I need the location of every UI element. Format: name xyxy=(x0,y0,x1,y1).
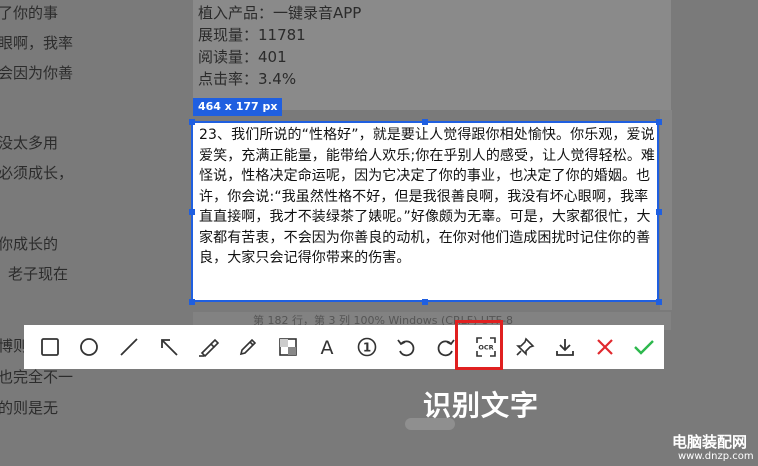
ocr-highlight-box xyxy=(455,320,503,370)
background-text-line: 了你的事 xyxy=(0,4,59,22)
resize-handle-left[interactable] xyxy=(189,209,195,215)
pin-button[interactable] xyxy=(506,325,546,369)
confirm-icon xyxy=(634,340,655,355)
background-text-line: 没太多用 xyxy=(0,134,59,152)
download-icon xyxy=(556,339,574,356)
pencil-tool[interactable] xyxy=(228,325,268,369)
resize-handle-right[interactable] xyxy=(656,209,662,215)
resize-handle-bottom[interactable] xyxy=(422,299,428,305)
line-tool[interactable] xyxy=(109,325,149,369)
confirm-button[interactable] xyxy=(624,325,664,369)
stats-ctr: 点击率：3.4% xyxy=(198,70,297,88)
marker-icon xyxy=(199,338,220,358)
line-icon xyxy=(120,338,138,356)
close-icon xyxy=(596,339,613,355)
cancel-button[interactable] xyxy=(585,325,625,369)
download-button[interactable] xyxy=(545,325,585,369)
redo-icon xyxy=(437,339,455,357)
stats-product: 植入产品：一键录音APP xyxy=(198,4,362,22)
resize-handle-top[interactable] xyxy=(422,119,428,125)
ocr-caption: 识别文字 xyxy=(423,389,540,422)
ellipse-tool[interactable] xyxy=(70,325,110,369)
marker-tool[interactable] xyxy=(189,325,229,369)
background-text-line: 的则是无 xyxy=(0,399,59,417)
background-text-line: 眼啊，我率 xyxy=(0,34,74,52)
arrow-tool[interactable] xyxy=(149,325,189,369)
background-text-line: 老子现在 xyxy=(8,265,69,283)
rectangle-tool[interactable] xyxy=(30,325,70,369)
ellipse-icon xyxy=(80,338,99,356)
background-text-line: 必须成长， xyxy=(0,164,74,182)
svg-text:1: 1 xyxy=(363,341,371,355)
stats-reads: 阅读量：401 xyxy=(198,48,287,66)
article-stats: 植入产品：一键录音APP 展现量：11781 阅读量：401 点击率：3.4% xyxy=(198,2,361,90)
pin-icon xyxy=(516,337,535,356)
arrow-icon xyxy=(160,339,178,356)
selection-size-badge: 464 x 177 px xyxy=(193,98,283,116)
undo-button[interactable] xyxy=(387,325,427,369)
selected-text: 23、我们所说的“性格好”，就是要让人觉得跟你相处愉快。你乐观，爱说爱笑，充满正… xyxy=(199,127,656,266)
text-icon: A xyxy=(321,337,334,358)
rectangle-icon xyxy=(40,338,59,356)
mosaic-icon xyxy=(278,338,297,356)
capture-selection[interactable]: 23、我们所说的“性格好”，就是要让人觉得跟你相处愉快。你乐观，爱说爱笑，充满正… xyxy=(191,121,659,302)
background-text-line: 你成长的 xyxy=(0,235,59,253)
resize-handle-bottom-left[interactable] xyxy=(189,299,195,305)
pencil-icon xyxy=(239,338,257,356)
number-icon: 1 xyxy=(357,337,377,357)
undo-icon xyxy=(397,339,415,357)
svg-text:A: A xyxy=(321,337,334,358)
watermark-url: www.dnzp.com xyxy=(678,451,754,462)
stats-impressions: 展现量：11781 xyxy=(198,26,306,44)
resize-handle-top-left[interactable] xyxy=(189,119,195,125)
mosaic-tool[interactable] xyxy=(268,325,308,369)
background-text-line: 会因为你善 xyxy=(0,64,74,82)
resize-handle-top-right[interactable] xyxy=(656,119,662,125)
watermark-name: 电脑装配网 xyxy=(672,433,748,451)
number-tool[interactable]: 1 xyxy=(347,325,387,369)
resize-handle-bottom-right[interactable] xyxy=(656,299,662,305)
screenshot-toolbar: A 1 OCR xyxy=(24,325,664,369)
background-text-line: 也完全不一 xyxy=(0,368,74,386)
text-tool[interactable]: A xyxy=(307,325,347,369)
